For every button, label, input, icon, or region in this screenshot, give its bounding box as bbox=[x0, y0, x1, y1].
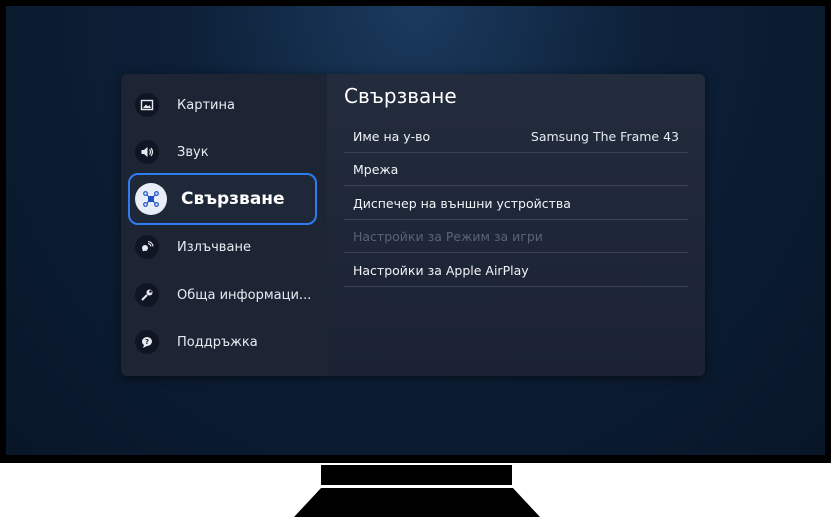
apple-airplay-settings-row[interactable]: Настройки за Apple AirPlay bbox=[344, 254, 688, 287]
sidebar-item-broadcast[interactable]: Излъчване bbox=[135, 235, 251, 259]
sidebar-item-label: Поддръжка bbox=[177, 334, 258, 350]
row-label: Име на у-во bbox=[353, 128, 431, 144]
sidebar-item-connection[interactable]: Свързване bbox=[128, 173, 317, 225]
sidebar-item-general-info[interactable]: Обща информаци... bbox=[135, 283, 311, 307]
connection-icon bbox=[135, 183, 167, 215]
row-label: Настройки за Режим за игри bbox=[353, 228, 543, 244]
row-label: Настройки за Apple AirPlay bbox=[353, 262, 529, 278]
game-mode-settings-row: Настройки за Режим за игри bbox=[344, 220, 688, 253]
device-name-row[interactable]: Име на у-во Samsung The Frame 43 bbox=[344, 120, 688, 153]
broadcast-icon bbox=[135, 235, 159, 259]
row-label: Мрежа bbox=[353, 161, 399, 177]
network-row[interactable]: Мрежа bbox=[344, 153, 688, 186]
tv-stand-base bbox=[294, 488, 540, 517]
sidebar-item-support[interactable]: ? Поддръжка bbox=[135, 330, 258, 354]
wrench-icon bbox=[135, 283, 159, 307]
sidebar-item-label: Обща информаци... bbox=[177, 287, 312, 303]
sidebar: Картина Звук Свързване Излъчване Обща ин… bbox=[121, 74, 327, 376]
content-pane: Свързване Име на у-во Samsung The Frame … bbox=[327, 74, 705, 376]
svg-text:?: ? bbox=[145, 338, 149, 346]
sidebar-item-label: Картина bbox=[177, 97, 235, 113]
row-label: Диспечер на външни устройства bbox=[353, 195, 571, 211]
page-title: Свързване bbox=[344, 84, 457, 108]
sound-icon bbox=[135, 140, 159, 164]
sidebar-item-sound[interactable]: Звук bbox=[135, 140, 209, 164]
sidebar-item-picture[interactable]: Картина bbox=[135, 93, 235, 117]
sidebar-item-label: Излъчване bbox=[177, 239, 251, 255]
sidebar-item-label: Звук bbox=[177, 144, 209, 160]
external-device-manager-row[interactable]: Диспечер на външни устройства bbox=[344, 187, 688, 220]
support-icon: ? bbox=[135, 330, 159, 354]
tv-stand-neck bbox=[321, 465, 512, 485]
tv-frame: Картина Звук Свързване Излъчване Обща ин… bbox=[0, 0, 831, 463]
row-value: Samsung The Frame 43 bbox=[530, 128, 679, 144]
picture-icon bbox=[135, 93, 159, 117]
tv-screen: Картина Звук Свързване Излъчване Обща ин… bbox=[6, 6, 825, 455]
sidebar-item-label: Свързване bbox=[181, 189, 285, 209]
settings-panel: Картина Звук Свързване Излъчване Обща ин… bbox=[121, 74, 705, 376]
